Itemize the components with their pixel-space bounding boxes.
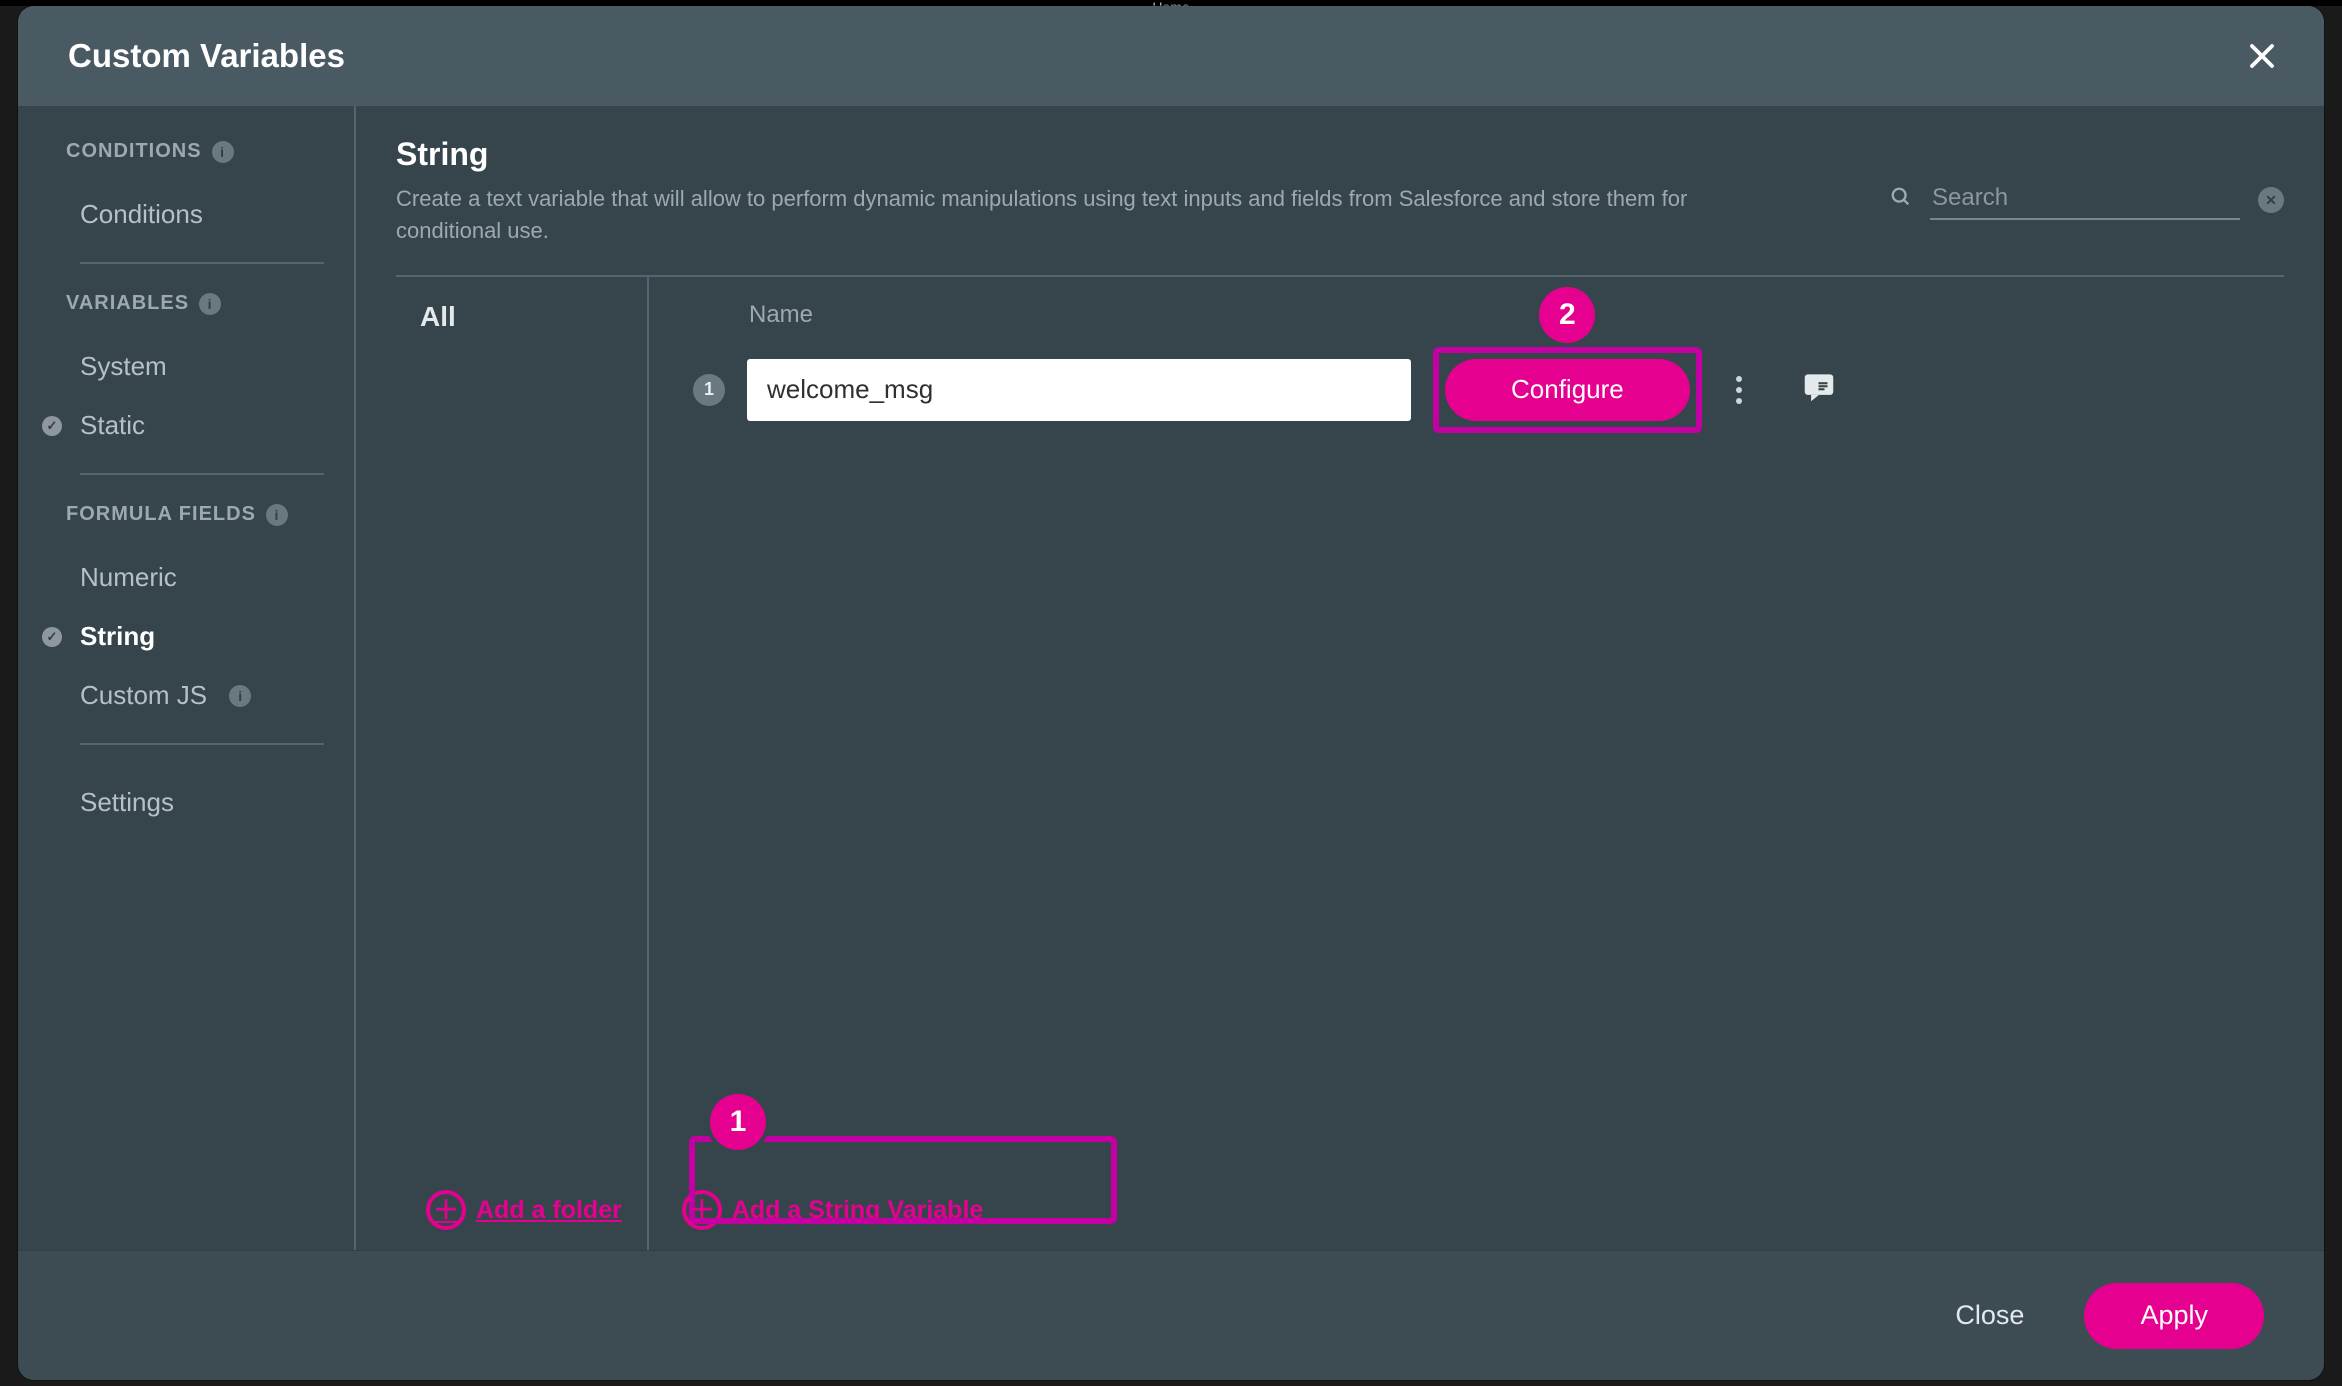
callout-2-box: 2 Configure [1433,347,1702,433]
column-header-name: Name [749,301,2284,329]
custom-variables-modal: Custom Variables CONDITIONS i Conditions… [18,6,2324,1380]
page-title: String [396,136,1736,173]
sidebar-item-string[interactable]: ✓ String [66,607,324,666]
configure-button[interactable]: Configure [1445,359,1690,421]
plus-icon: ＋ [426,1190,466,1230]
check-icon: ✓ [42,627,62,647]
apply-button[interactable]: Apply [2084,1283,2264,1349]
add-folder-label: Add a folder [476,1196,622,1225]
search-icon[interactable] [1890,186,1912,214]
sidebar-item-numeric[interactable]: Numeric [66,548,324,607]
check-icon: ✓ [42,416,62,436]
section-label: VARIABLES [66,292,189,315]
search: ✕ [1890,180,2284,220]
sidebar-item-static[interactable]: ✓ Static [66,396,324,455]
callout-badge-1: 1 [710,1094,766,1150]
sidebar-item-label: Static [80,410,145,441]
divider [80,262,324,264]
section-label: FORMULA FIELDS [66,503,256,526]
info-icon[interactable]: i [199,293,221,315]
modal-header: Custom Variables [18,6,2324,106]
section-conditions: CONDITIONS i [66,140,324,163]
modal-title: Custom Variables [68,37,345,75]
sidebar-item-custom-js[interactable]: Custom JS i [66,666,324,725]
close-icon[interactable] [2240,34,2284,78]
sidebar-item-label: Settings [80,787,174,818]
section-label: CONDITIONS [66,140,202,163]
sidebar-item-system[interactable]: System [66,337,324,396]
sidebar-item-label: Numeric [80,562,177,593]
section-formula-fields: FORMULA FIELDS i [66,503,324,526]
comment-icon[interactable] [1800,368,1866,411]
sidebar-item-label: Custom JS [80,680,207,711]
info-icon[interactable]: i [212,141,234,163]
search-input[interactable] [1930,180,2240,220]
sidebar-item-label: String [80,621,155,652]
row-index-badge: 1 [693,374,725,406]
sidebar-item-label: System [80,351,167,382]
info-icon[interactable]: i [266,504,288,526]
tab-all[interactable]: All [396,301,647,333]
sidebar-item-settings[interactable]: Settings [66,773,324,832]
divider [80,743,324,745]
variable-row: 1 2 Configure [749,347,2284,433]
callout-1-box [689,1136,1117,1224]
page-description: Create a text variable that will allow t… [396,183,1736,247]
clear-search-icon[interactable]: ✕ [2258,187,2284,213]
close-button[interactable]: Close [1955,1300,2024,1331]
sidebar-item-label: Conditions [80,199,203,230]
variable-name-input[interactable] [747,359,1411,421]
callout-badge-2: 2 [1539,287,1595,343]
folder-column: All [396,277,649,1250]
section-variables: VARIABLES i [66,292,324,315]
main-panel: String Create a text variable that will … [356,106,2324,1250]
info-icon[interactable]: i [229,685,251,707]
sidebar-item-conditions[interactable]: Conditions [66,185,324,244]
kebab-icon[interactable] [1736,376,1742,404]
modal-footer: Close Apply [18,1250,2324,1380]
add-folder-link[interactable]: ＋ Add a folder [426,1190,622,1230]
sidebar: CONDITIONS i Conditions VARIABLES i Syst… [18,106,356,1250]
divider [80,473,324,475]
variable-list: Name 1 2 Configure [649,277,2284,1250]
